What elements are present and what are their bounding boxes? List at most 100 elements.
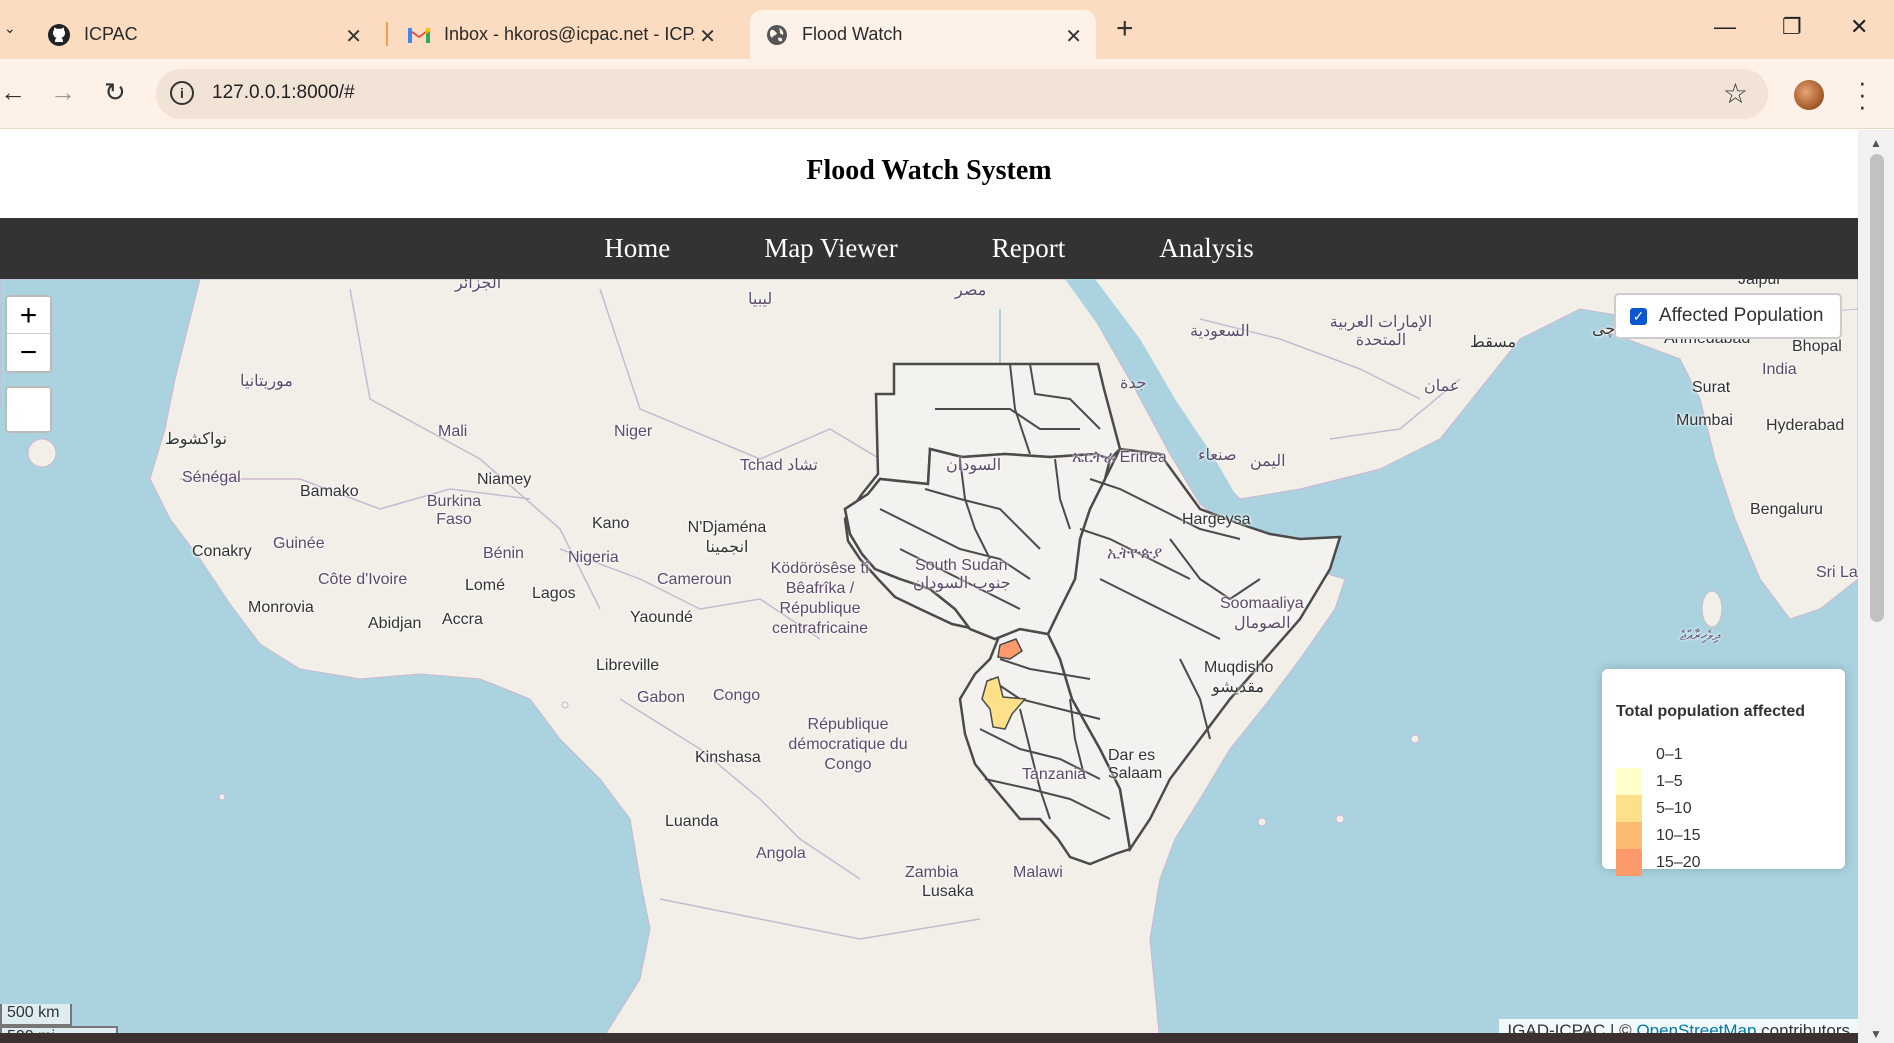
map-label: جنوب السودان: [913, 575, 1011, 592]
scrollbar-thumb[interactable]: [1870, 154, 1884, 622]
island: [1410, 734, 1420, 744]
map-label: مسقط: [1470, 334, 1517, 351]
map-label: عمان: [1424, 378, 1460, 395]
map-label: Bhopal: [1792, 338, 1842, 355]
tab-search-chevron-icon[interactable]: ⌄: [4, 20, 16, 37]
map-label: Ködörösêse tî Bêafrîka / République cent…: [770, 560, 870, 637]
map-label: Muqdisho: [1204, 659, 1274, 676]
map-label: Surat: [1692, 379, 1731, 396]
nav-home[interactable]: Home: [557, 218, 717, 279]
map-label: Hyderabad: [1766, 417, 1845, 434]
profile-avatar[interactable]: [1794, 80, 1824, 110]
map-label: Lusaka: [922, 883, 974, 900]
map-label: Monrovia: [248, 599, 314, 616]
nav-report[interactable]: Report: [945, 218, 1113, 279]
tab-icpac[interactable]: ICPAC ✕: [30, 10, 376, 59]
nav-map-viewer[interactable]: Map Viewer: [717, 218, 945, 279]
map-canvas[interactable]: مصر ليبيا الجزائر موريتانيا نواكشوط Mali…: [0, 279, 1858, 1043]
map-label: Congo: [713, 687, 761, 704]
reload-icon[interactable]: ↻: [104, 77, 126, 108]
map-label: Yaoundé: [630, 609, 693, 626]
close-window-icon[interactable]: ✕: [1850, 14, 1868, 40]
legend-swatch: [1616, 795, 1642, 822]
affected-population-checkbox[interactable]: ✓: [1630, 307, 1647, 325]
map-label: السعودية: [1190, 323, 1250, 340]
zoom-out-button[interactable]: −: [7, 334, 50, 371]
minimize-icon[interactable]: —: [1714, 14, 1736, 40]
map-label: Tchad تشاد: [740, 457, 818, 474]
island: [1335, 814, 1345, 824]
map-label: Côte d'Ivoire: [318, 571, 408, 588]
map-label: Mumbai: [1676, 412, 1733, 429]
island: [561, 701, 569, 709]
tab-flood-watch[interactable]: Flood Watch ✕: [750, 10, 1096, 59]
map-label: الصومال: [1234, 615, 1291, 632]
island: [1257, 817, 1267, 827]
gmail-icon: [406, 22, 432, 48]
map-label: السودان: [946, 457, 1002, 474]
forward-arrow-icon[interactable]: →: [50, 77, 76, 108]
close-tab-icon[interactable]: ✕: [345, 24, 362, 49]
tab-title: Flood Watch: [802, 24, 903, 44]
map-label: Sénégal: [182, 469, 241, 486]
scroll-down-arrow-icon[interactable]: ▼: [1870, 1027, 1882, 1041]
close-tab-icon[interactable]: ✕: [699, 24, 716, 49]
map-label: Sri Lanka: [1816, 564, 1858, 581]
map-label: Malawi: [1013, 864, 1063, 881]
globe-icon: [764, 22, 790, 48]
legend-item: 15–20: [1616, 849, 1831, 876]
site-info-icon[interactable]: i: [170, 81, 194, 105]
map-label: ليبيا: [748, 291, 773, 308]
map-label: نواكشوط: [165, 431, 228, 448]
zoom-in-button[interactable]: +: [7, 297, 50, 334]
page-scrollbar[interactable]: ▲ ▼: [1858, 130, 1894, 1043]
map-label: ኢትዮጵያ: [1107, 545, 1163, 562]
layer-label: Affected Population: [1659, 305, 1824, 326]
nav-analysis[interactable]: Analysis: [1112, 218, 1301, 279]
map-label: Libreville: [596, 657, 660, 674]
address-url[interactable]: 127.0.0.1:8000/#: [212, 82, 355, 104]
map-label: Bamako: [300, 483, 359, 500]
browser-toolbar: ← → ↻ i 127.0.0.1:8000/# ☆: [0, 59, 1894, 129]
scroll-up-arrow-icon[interactable]: ▲: [1870, 136, 1882, 150]
legend-swatch: [1616, 822, 1642, 849]
map-tool-button[interactable]: [5, 386, 52, 433]
map-label: Accra: [442, 611, 483, 628]
map-label: Jaipur: [1738, 279, 1782, 288]
map-label: Nigeria: [568, 549, 619, 566]
map-label: Lomé: [465, 577, 506, 594]
map-label: Niger: [614, 423, 653, 440]
restore-window-icon[interactable]: ❐: [1782, 14, 1802, 40]
map-label: الجزائر: [455, 279, 502, 292]
map-label: موريتانيا: [240, 373, 293, 390]
map-label: Gabon: [637, 689, 686, 706]
bookmark-star-icon[interactable]: ☆: [1723, 77, 1748, 110]
legend-label: 5–10: [1656, 799, 1692, 817]
map-label: مصر: [955, 282, 987, 299]
map-label: India: [1762, 361, 1797, 378]
taskbar-edge: [0, 1033, 1858, 1043]
map-label: صنعاء: [1198, 447, 1237, 464]
back-arrow-icon[interactable]: ←: [0, 77, 26, 108]
map-label: Niamey: [477, 471, 532, 488]
browser-menu-icon[interactable]: · · ·: [1858, 69, 1867, 119]
map-label: Zambia: [905, 864, 959, 881]
close-tab-icon[interactable]: ✕: [1065, 24, 1082, 49]
map-label: Tanzania: [1022, 766, 1087, 783]
legend-label: 15–20: [1656, 853, 1701, 871]
legend-swatch: [1616, 741, 1642, 768]
legend-item: 1–5: [1616, 768, 1831, 795]
address-bar[interactable]: i 127.0.0.1:8000/# ☆: [156, 69, 1768, 119]
tab-inbox[interactable]: Inbox - hkoros@icpac.net - ICPA ✕: [394, 10, 730, 59]
map-label: N'Djaména انجمينا: [687, 519, 767, 556]
map-label: Bénin: [483, 545, 524, 562]
map-label: الإمارات العربية المتحدة: [1329, 314, 1433, 349]
legend-label: 1–5: [1656, 772, 1683, 790]
map-label: Bengaluru: [1750, 501, 1823, 518]
new-tab-plus-icon[interactable]: +: [1116, 12, 1134, 46]
legend-label: 0–1: [1656, 745, 1683, 763]
github-icon: [46, 22, 72, 48]
layer-control: ✓ Affected Population: [1614, 293, 1842, 339]
map-legend: Total population affected 0–1 1–5 5–10 1…: [1602, 669, 1845, 876]
tab-divider: [386, 22, 388, 46]
